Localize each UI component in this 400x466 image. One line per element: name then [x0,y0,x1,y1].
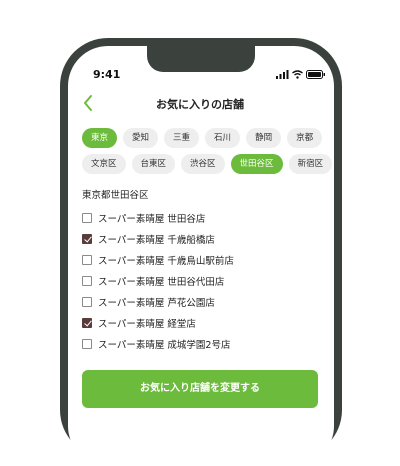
phone-notch [147,46,255,72]
store-item[interactable]: スーパー素晴屋 世田谷代田店 [82,270,234,291]
checkbox[interactable] [82,233,92,244]
checkbox[interactable] [82,254,92,265]
ward-chips: 文京区 台東区 渋谷区 世田谷区 新宿区 [82,154,333,174]
signal-icon [276,70,289,79]
checkbox[interactable] [82,338,92,349]
store-label: スーパー素晴屋 千歳船橋店 [98,234,215,246]
store-item[interactable]: スーパー素晴屋 芦花公園店 [82,291,234,312]
section-heading: 東京都世田谷区 [82,190,149,201]
checkbox[interactable] [82,296,92,307]
store-label: スーパー素晴屋 芦花公園店 [98,297,215,309]
chip-prefecture[interactable]: 京都 [287,128,323,148]
wifi-icon [292,70,303,79]
chip-prefecture[interactable]: 三重 [164,128,200,148]
checkbox[interactable] [82,275,92,286]
store-item[interactable]: スーパー素晴屋 経堂店 [82,312,234,333]
store-list: スーパー素晴屋 世田谷店 スーパー素晴屋 千歳船橋店 スーパー素晴屋 千歳烏山駅… [82,207,234,354]
store-label: スーパー素晴屋 世田谷代田店 [98,276,225,288]
chip-ward[interactable]: 文京区 [82,154,126,174]
chip-prefecture[interactable]: 愛知 [123,128,159,148]
update-favorites-button[interactable]: お気に入り店舗を変更する [82,370,318,408]
chip-ward[interactable]: 新宿区 [288,154,333,174]
store-label: スーパー素晴屋 成城学園2号店 [98,339,231,351]
store-label: スーパー素晴屋 世田谷店 [98,213,206,225]
store-item[interactable]: スーパー素晴屋 千歳船橋店 [82,228,234,249]
chip-ward[interactable]: 台東区 [131,154,176,174]
store-item[interactable]: スーパー素晴屋 千歳烏山駅前店 [82,249,234,270]
checkbox[interactable] [82,317,92,328]
chip-prefecture[interactable]: 静岡 [246,128,282,148]
store-label: スーパー素晴屋 経堂店 [98,318,196,330]
battery-icon [306,70,325,79]
prefecture-chips: 東京 愛知 三重 石川 静岡 京都 [82,128,323,148]
chip-prefecture[interactable]: 東京 [82,128,118,148]
checkbox[interactable] [82,212,92,223]
status-time: 9:41 [93,68,121,81]
store-label: スーパー素晴屋 千歳烏山駅前店 [98,255,234,267]
status-icons [276,70,326,79]
store-item[interactable]: スーパー素晴屋 成城学園2号店 [82,333,234,354]
chip-prefecture[interactable]: 石川 [205,128,241,148]
chip-ward[interactable]: 渋谷区 [181,154,225,174]
store-item[interactable]: スーパー素晴屋 世田谷店 [82,207,234,228]
page-title: お気に入りの店舗 [156,98,244,111]
chip-ward[interactable]: 世田谷区 [230,154,283,174]
